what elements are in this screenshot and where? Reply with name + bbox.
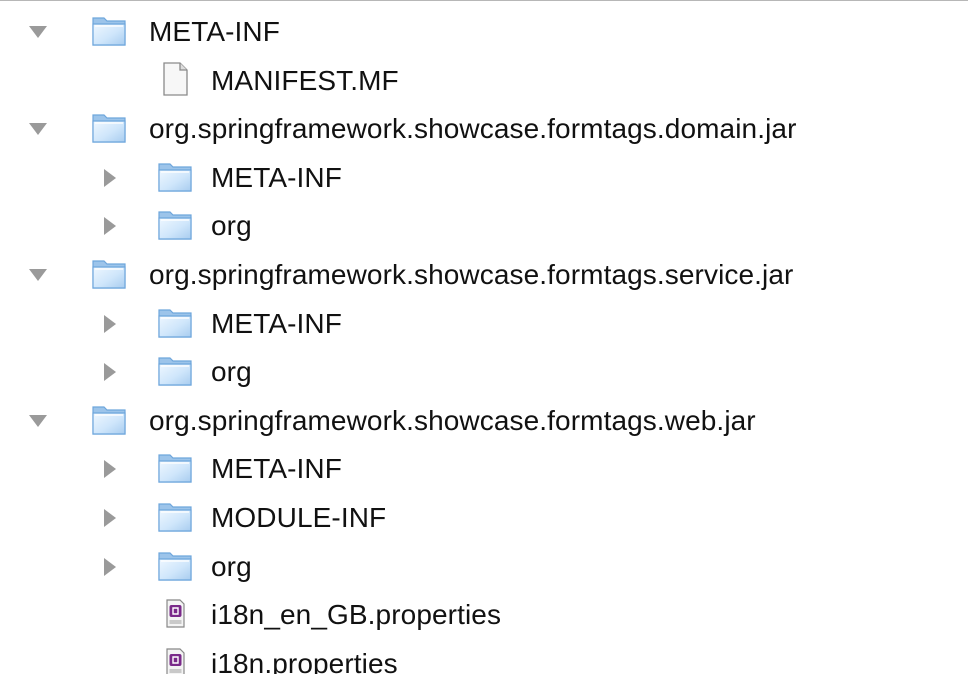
tree-item-label: org <box>211 356 252 388</box>
tree-row[interactable]: META-INF <box>0 154 968 203</box>
tree-row[interactable]: org.springframework.showcase.formtags.do… <box>0 105 968 154</box>
tree-row[interactable]: META-INF <box>0 445 968 494</box>
disclosure-triangle-collapsed-icon[interactable] <box>98 348 122 396</box>
disclosure-triangle-collapsed-icon[interactable] <box>98 300 122 348</box>
disclosure-triangle-expanded-icon[interactable] <box>26 8 50 56</box>
disclosure-triangle-collapsed-icon[interactable] <box>98 543 122 591</box>
tree-item-label: i18n.properties <box>211 647 398 674</box>
tree-item-label: org.springframework.showcase.formtags.we… <box>149 404 756 436</box>
tree-row[interactable]: org <box>0 543 968 592</box>
tree-item-label: i18n_en_GB.properties <box>211 599 502 631</box>
tree-item-label: org <box>211 550 252 582</box>
folder-icon <box>156 497 194 535</box>
folder-icon <box>156 157 194 195</box>
tree-row[interactable]: META-INF <box>0 300 968 349</box>
disclosure-triangle-collapsed-icon[interactable] <box>98 445 122 493</box>
tree-row[interactable]: org <box>0 348 968 397</box>
tree-item-label: MODULE-INF <box>211 501 387 533</box>
tree-row[interactable]: org.springframework.showcase.formtags.we… <box>0 397 968 446</box>
folder-icon <box>156 448 194 486</box>
tree-item-label: META-INF <box>211 161 342 193</box>
tree-item-label: org <box>211 210 252 242</box>
disclosure-triangle-collapsed-icon[interactable] <box>98 202 122 250</box>
disclosure-triangle-collapsed-icon[interactable] <box>98 494 122 542</box>
tree-row[interactable]: i18n.properties <box>0 640 968 674</box>
file-tree: META-INF MANIFEST.MF org.springframework… <box>0 8 968 674</box>
folder-icon <box>156 351 194 389</box>
folder-icon <box>156 546 194 584</box>
folder-icon <box>90 11 128 49</box>
tree-item-label: META-INF <box>211 307 342 339</box>
disclosure-triangle-expanded-icon[interactable] <box>26 251 50 299</box>
tree-row[interactable]: META-INF <box>0 8 968 57</box>
properties-file-icon <box>156 643 194 674</box>
folder-icon <box>90 400 128 438</box>
tree-row[interactable]: MANIFEST.MF <box>0 57 968 106</box>
folder-icon <box>90 108 128 146</box>
tree-item-label: META-INF <box>211 453 342 485</box>
properties-file-icon <box>156 594 194 632</box>
disclosure-triangle-expanded-icon[interactable] <box>26 397 50 445</box>
folder-icon <box>156 205 194 243</box>
tree-row[interactable]: i18n_en_GB.properties <box>0 591 968 640</box>
document-icon <box>156 60 194 98</box>
disclosure-triangle-collapsed-icon[interactable] <box>98 154 122 202</box>
tree-row[interactable]: org.springframework.showcase.formtags.se… <box>0 251 968 300</box>
tree-item-label: org.springframework.showcase.formtags.se… <box>149 258 794 290</box>
top-divider <box>0 0 968 1</box>
tree-item-label: META-INF <box>149 16 280 47</box>
tree-row[interactable]: MODULE-INF <box>0 494 968 543</box>
tree-item-label: org.springframework.showcase.formtags.do… <box>149 113 797 145</box>
disclosure-triangle-expanded-icon[interactable] <box>26 105 50 153</box>
tree-row[interactable]: org <box>0 202 968 251</box>
tree-item-label: MANIFEST.MF <box>211 64 399 96</box>
folder-icon <box>90 254 128 292</box>
folder-icon <box>156 303 194 341</box>
